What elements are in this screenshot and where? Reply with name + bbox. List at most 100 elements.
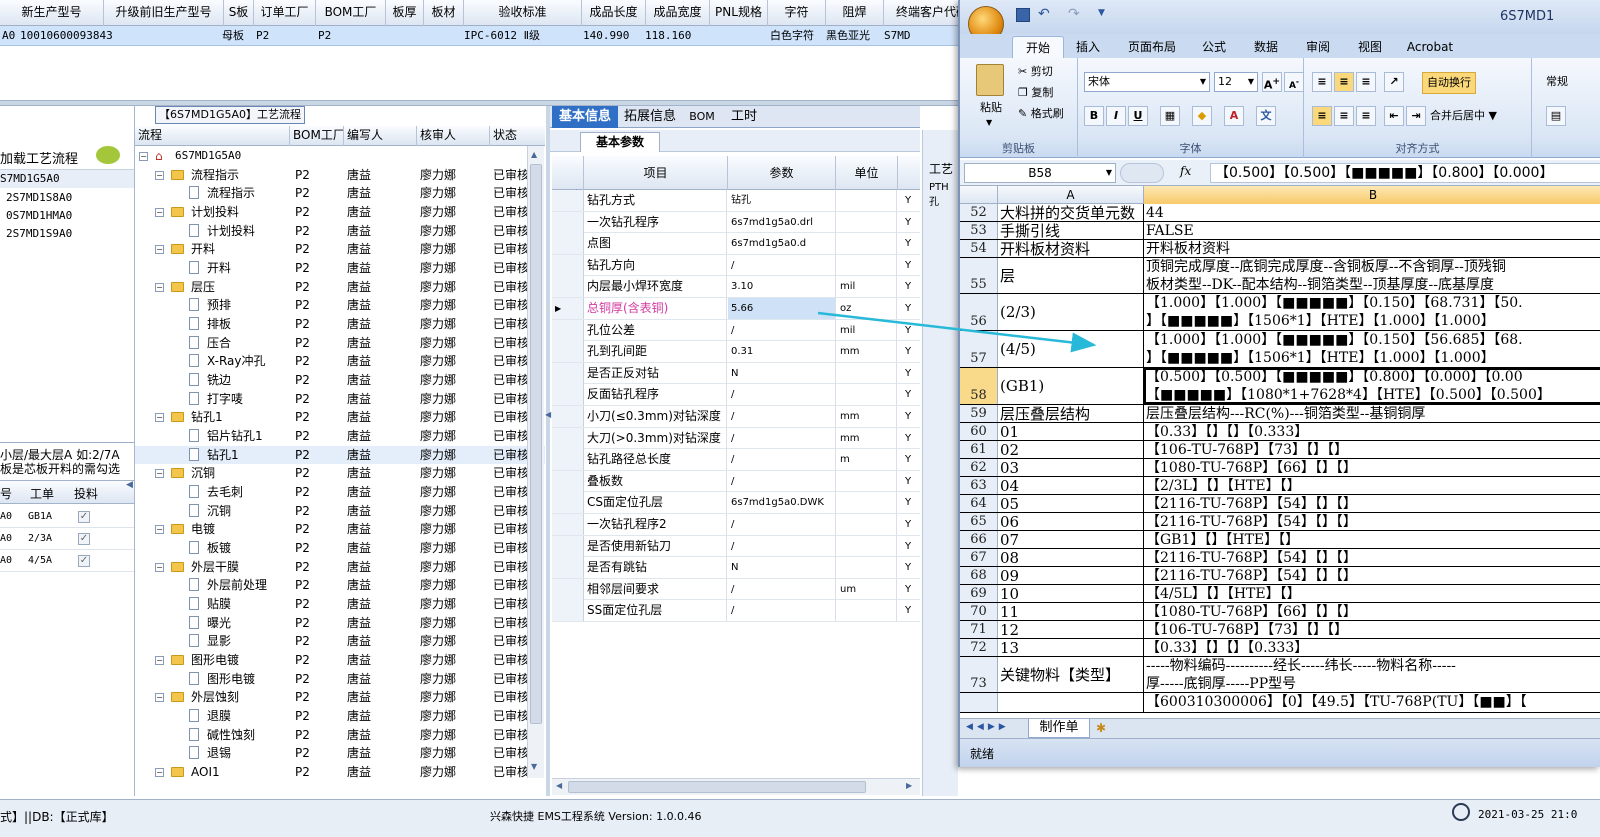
cell-b[interactable]: 【2116-TU-768P】【54】【】【】 [1144, 513, 1600, 530]
number-format-combo[interactable]: 常规 [1546, 74, 1568, 90]
font-name-combo[interactable]: 宋体 ▼ [1084, 72, 1210, 92]
save-icon[interactable] [1016, 8, 1030, 22]
cell-b[interactable]: 层压叠层结构---RC(%)---铜箔类型--基铜铜厚 [1144, 405, 1600, 422]
col-header[interactable]: BOM工厂 [290, 126, 344, 146]
flow-tree-row[interactable]: X-Ray冲孔 P2 唐益 廖力娜 已审核 [135, 352, 545, 371]
col-header[interactable]: 新生产型号 [0, 0, 104, 26]
row-header[interactable]: 70 [960, 603, 998, 620]
param-value[interactable]: 6s7md1g5a0.d [728, 233, 836, 255]
collapse-icon[interactable]: ◀ [545, 410, 551, 419]
number-format-icon[interactable]: ▤ [1546, 106, 1566, 126]
tree-scrollbar[interactable]: ▲ ▼ [527, 146, 544, 778]
row-header[interactable]: 67 [960, 549, 998, 566]
qat-dropdown-icon[interactable]: ▼ [1098, 8, 1105, 18]
cell-b[interactable]: 【2116-TU-768P】【54】【】【】 [1144, 549, 1600, 566]
flow-tree-row[interactable]: 铝片钻孔1 P2 唐益 廖力娜 已审核 [135, 427, 545, 446]
cell-a[interactable]: 13 [998, 639, 1144, 656]
param-row[interactable]: 小刀(≤0.3mm)对钻深度 / mm Y [552, 406, 920, 428]
cell-a[interactable]: 07 [998, 531, 1144, 548]
tree-root[interactable]: − ⌂ 6S7MD1G5A0 [135, 147, 545, 166]
row-header[interactable]: 54 [960, 240, 998, 257]
col-header[interactable]: 升级前旧生产型号 [104, 0, 224, 26]
ribbon-tab-home[interactable]: 开始 [1012, 36, 1064, 58]
collapse-icon[interactable]: − [155, 469, 164, 479]
flow-list-item[interactable]: S7MD1G5A0 [0, 170, 134, 188]
row-header[interactable]: 63 [960, 477, 998, 494]
sheet-tab[interactable]: 制作单 [1028, 719, 1090, 738]
param-row[interactable]: CS面定位孔层 6s7md1g5a0.DWK Y [552, 492, 920, 514]
param-row[interactable]: 点图 6s7md1g5a0.d Y [552, 233, 920, 255]
order-mini-row[interactable]: A0 4/5A ✓ [0, 550, 134, 572]
tab-work-hours[interactable]: 工时 [724, 106, 764, 128]
param-value[interactable]: / [728, 578, 836, 600]
row-header[interactable]: 57 [960, 331, 998, 367]
ribbon-tab-formulas[interactable]: 公式 [1194, 36, 1234, 58]
row-indicator[interactable] [552, 492, 584, 514]
param-row[interactable]: 反面钻孔程序 / Y [552, 384, 920, 406]
ribbon-tab-view[interactable]: 视图 [1350, 36, 1390, 58]
sheet-row[interactable]: 68 09 【2116-TU-768P】【54】【】【】 [960, 567, 1600, 585]
row-indicator[interactable] [552, 362, 584, 384]
row-header[interactable]: 61 [960, 441, 998, 458]
ribbon-tab-insert[interactable]: 插入 [1068, 36, 1108, 58]
flow-tree-row[interactable]: 板镀 P2 唐益 廖力娜 已审核 [135, 539, 545, 558]
splitter[interactable] [546, 106, 550, 796]
param-row[interactable]: 一次钻孔程序 6s7md1g5a0.drl Y [552, 211, 920, 234]
checkbox-icon[interactable]: ✓ [78, 555, 90, 567]
cell-a[interactable] [998, 693, 1144, 712]
cell-a[interactable]: 03 [998, 459, 1144, 476]
order-mini-row[interactable]: A0 GB1A ✓ [0, 506, 134, 528]
col-header[interactable]: 板厚 [386, 0, 424, 26]
flow-tree-row[interactable]: 排板 P2 唐益 廖力娜 已审核 [135, 315, 545, 334]
row-header[interactable]: 69 [960, 585, 998, 602]
flow-tree-row[interactable]: 曝光 P2 唐益 廖力娜 已审核 [135, 614, 545, 633]
param-value[interactable]: / [728, 449, 836, 471]
column-header-a[interactable]: A [998, 186, 1144, 204]
sheet-row[interactable]: 70 11 【1080-TU-768P】【66】【】【】 [960, 603, 1600, 621]
collapse-icon[interactable]: − [155, 245, 164, 255]
cell-b[interactable]: 【1080-TU-768P】【66】【】【】 [1144, 603, 1600, 620]
row-header[interactable]: 53 [960, 222, 998, 239]
sheet-row[interactable]: 58 (GB1) 【0.500】【0.500】【■■■■■】【0.800】【0.00… [960, 368, 1600, 405]
flow-tree-row[interactable]: − 图形电镀 P2 唐益 廖力娜 已审核 [135, 651, 545, 670]
param-row[interactable]: 一次钻孔程序2/ Y [552, 514, 920, 536]
flow-tree-row[interactable]: 碱性蚀刻 P2 唐益 廖力娜 已审核 [135, 726, 545, 745]
cell-b[interactable]: 44 [1144, 204, 1600, 221]
order-mini-row[interactable]: A0 2/3A ✓ [0, 528, 134, 550]
param-row[interactable]: 钻孔方式 钻孔 Y [552, 190, 920, 212]
col-header[interactable]: PNL规格 [710, 0, 768, 26]
param-row[interactable]: 叠板数 / Y [552, 470, 920, 493]
param-value[interactable]: N [728, 557, 836, 579]
row-indicator[interactable] [552, 190, 584, 211]
param-value[interactable]: / [728, 535, 836, 557]
param-row[interactable]: 钻孔方向 / Y [552, 254, 920, 277]
cell-b[interactable]: 【106-TU-768P】【73】【】【】 [1144, 621, 1600, 638]
flow-tree-row[interactable]: 外层前处理 P2 唐益 廖力娜 已审核 [135, 576, 545, 595]
cell-b[interactable]: 【2116-TU-768P】【54】【】【】 [1144, 495, 1600, 512]
row-header[interactable]: 55 [960, 258, 998, 293]
new-sheet-icon[interactable]: ✱ [1096, 721, 1106, 735]
format-painter-button[interactable]: ✎ 格式刷 [1018, 106, 1064, 122]
param-row[interactable]: 是否有跳钻 N Y [552, 557, 920, 579]
flow-tree-row[interactable]: 退膜 P2 唐益 廖力娜 已审核 [135, 707, 545, 726]
select-all-corner[interactable] [960, 186, 998, 204]
sheet-row[interactable]: 73 关键物料【类型】 -----物料编码----------经长-----纬长--… [960, 657, 1600, 693]
cell-a[interactable]: (4/5) [998, 331, 1144, 367]
col-header[interactable]: 项目 [584, 156, 728, 190]
row-header[interactable]: 71 [960, 621, 998, 638]
flow-tree-row[interactable]: 图形电镀 P2 唐益 廖力娜 已审核 [135, 670, 545, 689]
load-flow-header[interactable]: 加载工艺流程 [0, 142, 134, 170]
param-row[interactable]: 是否正反对钻 N Y [552, 362, 920, 385]
row-indicator[interactable] [552, 470, 584, 492]
param-value[interactable]: / [728, 600, 836, 622]
cell-a[interactable]: (GB1) [998, 368, 1144, 404]
align-middle-icon[interactable]: ≡ [1334, 72, 1354, 92]
flow-tree-row[interactable]: 显影 P2 唐益 廖力娜 已审核 [135, 632, 545, 651]
param-row[interactable]: 孔位公差 / mil Y [552, 319, 920, 342]
wrap-text-button[interactable]: 自动换行 [1422, 72, 1476, 94]
collapse-icon[interactable]: − [155, 656, 164, 666]
row-indicator[interactable] [552, 384, 584, 406]
tab-basic-info[interactable]: 基本信息 [552, 106, 618, 128]
row-indicator[interactable] [552, 254, 584, 276]
sheet-row[interactable]: 62 03 【1080-TU-768P】【66】【】【】 [960, 459, 1600, 477]
